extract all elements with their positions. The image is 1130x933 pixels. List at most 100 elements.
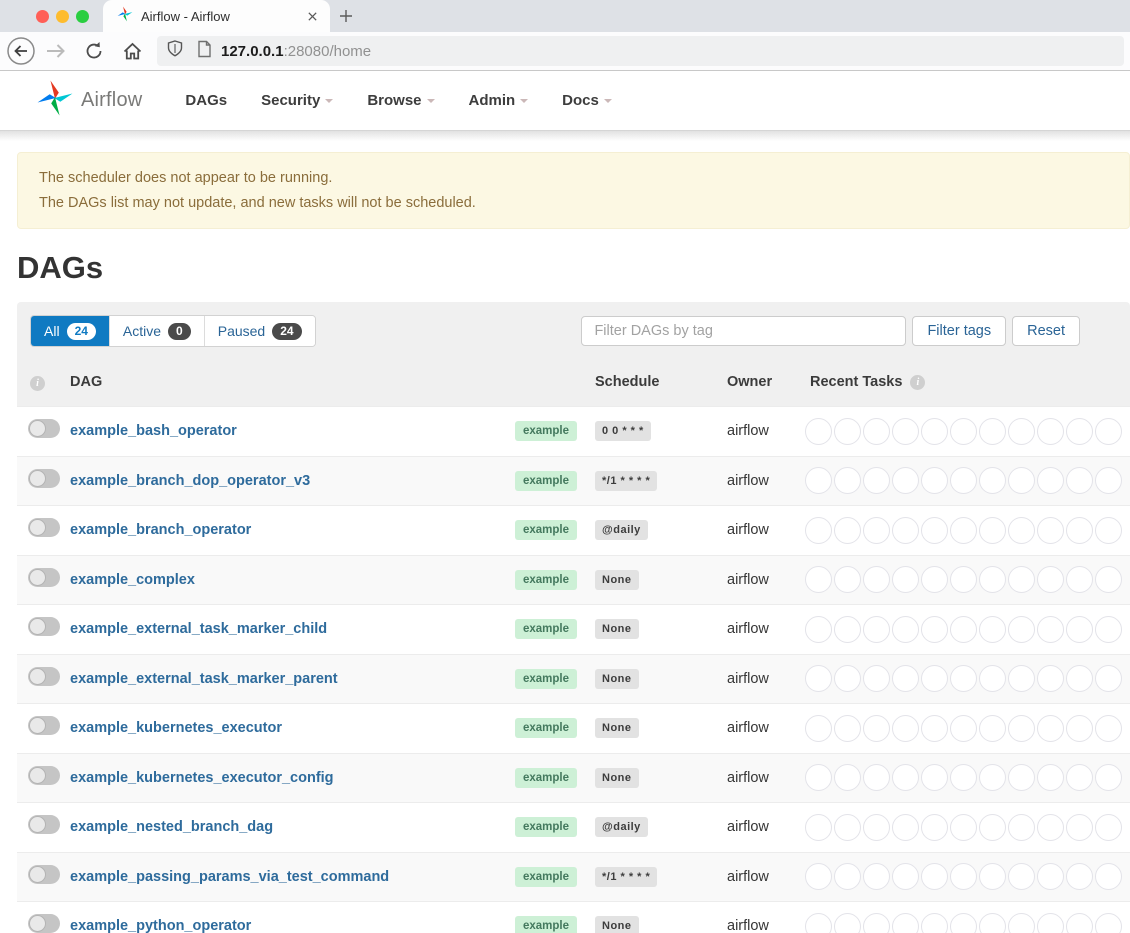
task-status-circle[interactable]	[1037, 913, 1064, 933]
task-status-circle[interactable]	[950, 715, 977, 742]
dag-tag[interactable]: example	[515, 718, 577, 738]
task-status-circle[interactable]	[1095, 665, 1122, 692]
task-status-circle[interactable]	[1037, 418, 1064, 445]
task-status-circle[interactable]	[950, 764, 977, 791]
schedule-badge[interactable]: None	[595, 718, 639, 738]
reset-button[interactable]: Reset	[1012, 316, 1080, 346]
window-minimize-button[interactable]	[56, 10, 69, 23]
task-status-circle[interactable]	[1008, 814, 1035, 841]
task-status-circle[interactable]	[1066, 863, 1093, 890]
task-status-circle[interactable]	[834, 467, 861, 494]
task-status-circle[interactable]	[950, 418, 977, 445]
task-status-circle[interactable]	[805, 418, 832, 445]
nav-item-security[interactable]: Security	[244, 92, 350, 109]
task-status-circle[interactable]	[1037, 616, 1064, 643]
task-status-circle[interactable]	[1008, 715, 1035, 742]
task-status-circle[interactable]	[863, 616, 890, 643]
dag-pause-toggle[interactable]	[28, 419, 60, 438]
dag-link[interactable]: example_complex	[70, 572, 195, 588]
task-status-circle[interactable]	[805, 616, 832, 643]
filter-tab-paused[interactable]: Paused 24	[204, 316, 315, 346]
task-status-circle[interactable]	[805, 715, 832, 742]
task-status-circle[interactable]	[892, 566, 919, 593]
task-status-circle[interactable]	[950, 863, 977, 890]
nav-item-dags[interactable]: DAGs	[168, 92, 244, 109]
task-status-circle[interactable]	[805, 863, 832, 890]
task-status-circle[interactable]	[1066, 715, 1093, 742]
dag-tag[interactable]: example	[515, 471, 577, 491]
task-status-circle[interactable]	[1095, 517, 1122, 544]
task-status-circle[interactable]	[1095, 467, 1122, 494]
task-status-circle[interactable]	[863, 566, 890, 593]
nav-item-browse[interactable]: Browse	[350, 92, 451, 109]
schedule-badge[interactable]: */1 * * * *	[595, 471, 657, 491]
task-status-circle[interactable]	[921, 913, 948, 933]
task-status-circle[interactable]	[834, 764, 861, 791]
task-status-circle[interactable]	[979, 863, 1006, 890]
reload-icon[interactable]	[79, 36, 109, 66]
dag-tag[interactable]: example	[515, 570, 577, 590]
task-status-circle[interactable]	[979, 467, 1006, 494]
dag-link[interactable]: example_kubernetes_executor_config	[70, 770, 334, 786]
dag-pause-toggle[interactable]	[28, 815, 60, 834]
dag-tag[interactable]: example	[515, 817, 577, 837]
task-status-circle[interactable]	[1066, 616, 1093, 643]
task-status-circle[interactable]	[1066, 814, 1093, 841]
task-status-circle[interactable]	[1037, 467, 1064, 494]
task-status-circle[interactable]	[921, 814, 948, 841]
dag-link[interactable]: example_nested_branch_dag	[70, 819, 273, 835]
task-status-circle[interactable]	[1008, 418, 1035, 445]
schedule-badge[interactable]: None	[595, 619, 639, 639]
task-status-circle[interactable]	[892, 616, 919, 643]
task-status-circle[interactable]	[950, 814, 977, 841]
task-status-circle[interactable]	[979, 566, 1006, 593]
new-tab-icon[interactable]	[339, 9, 353, 23]
task-status-circle[interactable]	[1066, 764, 1093, 791]
task-status-circle[interactable]	[1066, 566, 1093, 593]
task-status-circle[interactable]	[1095, 913, 1122, 933]
task-status-circle[interactable]	[1095, 566, 1122, 593]
airflow-brand[interactable]: Airflow	[36, 79, 142, 122]
task-status-circle[interactable]	[863, 517, 890, 544]
column-header-recent-tasks[interactable]: Recent Tasks	[810, 374, 902, 390]
dag-pause-toggle[interactable]	[28, 914, 60, 933]
info-icon[interactable]: i	[910, 375, 925, 390]
task-status-circle[interactable]	[805, 517, 832, 544]
info-icon[interactable]: i	[30, 376, 45, 391]
dag-link[interactable]: example_external_task_marker_parent	[70, 671, 338, 687]
task-status-circle[interactable]	[950, 616, 977, 643]
schedule-badge[interactable]: 0 0 * * *	[595, 421, 651, 441]
task-status-circle[interactable]	[892, 913, 919, 933]
task-status-circle[interactable]	[1037, 517, 1064, 544]
task-status-circle[interactable]	[921, 665, 948, 692]
task-status-circle[interactable]	[892, 764, 919, 791]
task-status-circle[interactable]	[834, 566, 861, 593]
dag-link[interactable]: example_external_task_marker_child	[70, 621, 327, 637]
task-status-circle[interactable]	[979, 913, 1006, 933]
task-status-circle[interactable]	[950, 467, 977, 494]
task-status-circle[interactable]	[921, 764, 948, 791]
dag-tag[interactable]: example	[515, 916, 577, 933]
task-status-circle[interactable]	[950, 517, 977, 544]
schedule-badge[interactable]: */1 * * * *	[595, 867, 657, 887]
nav-item-docs[interactable]: Docs	[545, 92, 629, 109]
task-status-circle[interactable]	[805, 665, 832, 692]
browser-tab[interactable]: Airflow - Airflow	[103, 0, 330, 32]
task-status-circle[interactable]	[834, 418, 861, 445]
task-status-circle[interactable]	[834, 863, 861, 890]
task-status-circle[interactable]	[805, 814, 832, 841]
task-status-circle[interactable]	[892, 814, 919, 841]
task-status-circle[interactable]	[921, 418, 948, 445]
task-status-circle[interactable]	[1037, 715, 1064, 742]
tab-close-icon[interactable]	[304, 8, 320, 24]
filter-tags-button[interactable]: Filter tags	[912, 316, 1006, 346]
task-status-circle[interactable]	[950, 665, 977, 692]
task-status-circle[interactable]	[892, 467, 919, 494]
task-status-circle[interactable]	[1037, 764, 1064, 791]
page-info-icon[interactable]	[197, 40, 212, 63]
task-status-circle[interactable]	[1037, 566, 1064, 593]
dag-pause-toggle[interactable]	[28, 766, 60, 785]
task-status-circle[interactable]	[805, 764, 832, 791]
task-status-circle[interactable]	[834, 517, 861, 544]
dag-tag[interactable]: example	[515, 619, 577, 639]
